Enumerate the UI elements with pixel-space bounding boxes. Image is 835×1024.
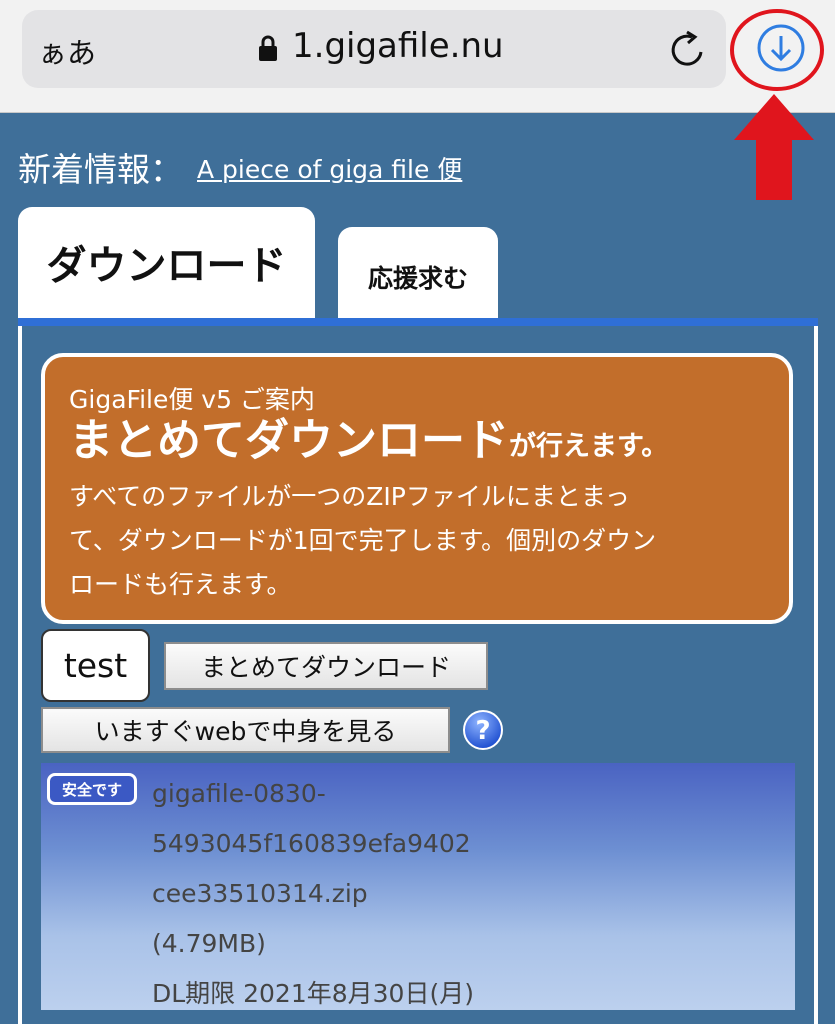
tab-underline: [18, 318, 818, 326]
bulk-download-button[interactable]: まとめてダウンロード: [164, 642, 488, 690]
info-subtitle: GigaFile便 v5 ご案内: [69, 385, 315, 414]
info-line-1: すべてのファイルが一つのZIPファイルにまとまっ: [69, 482, 630, 511]
news-link[interactable]: A piece of giga file 便: [197, 155, 462, 184]
file-card[interactable]: 安全です gigafile-0830- 5493045f160839efa940…: [41, 763, 795, 1010]
view-web-button[interactable]: いますぐwebで中身を見る: [41, 707, 450, 753]
red-arrow-annotation: [734, 94, 814, 200]
info-headline-main: まとめてダウンロード: [69, 415, 509, 466]
file-details: gigafile-0830- 5493045f160839efa9402 cee…: [152, 769, 474, 1019]
browser-toolbar: ぁあ 1.gigafile.nu: [0, 0, 835, 113]
file-size: (4.79MB): [152, 929, 266, 958]
highlight-ring: [730, 9, 824, 91]
tab-download[interactable]: ダウンロード: [18, 207, 315, 325]
file-tab-test[interactable]: test: [41, 629, 150, 702]
safe-badge: 安全です: [47, 773, 137, 805]
url-text[interactable]: 1.gigafile.nu: [292, 26, 504, 66]
help-icon[interactable]: ?: [462, 709, 504, 751]
news-line: 新着情報： A piece of giga file 便: [18, 143, 462, 191]
info-headline: まとめてダウンロードが行えます。: [69, 415, 765, 473]
svg-text:?: ?: [475, 716, 490, 746]
info-line-3: ロードも行えます。: [69, 570, 292, 599]
file-name-line-1[interactable]: gigafile-0830-: [152, 769, 474, 819]
info-headline-suffix: が行えます。: [509, 431, 669, 462]
reload-icon[interactable]: [668, 30, 708, 70]
info-box: GigaFile便 v5 ご案内 まとめてダウンロードが行えます。 すべてのファ…: [41, 353, 793, 624]
file-name-line-3[interactable]: cee33510314.zip: [152, 869, 474, 919]
lock-icon: [259, 35, 277, 61]
news-label: 新着情報：: [18, 150, 183, 189]
file-name-line-2[interactable]: 5493045f160839efa9402: [152, 819, 474, 869]
text-size-button[interactable]: ぁあ: [38, 30, 96, 72]
file-deadline: DL期限 2021年8月30日(月): [152, 979, 474, 1008]
tab-support[interactable]: 応援求む: [338, 227, 498, 319]
info-line-2: て、ダウンロードが1回で完了します。個別のダウン: [69, 526, 657, 555]
info-body: すべてのファイルが一つのZIPファイルにまとまっ て、ダウンロードが1回で完了し…: [69, 475, 765, 607]
